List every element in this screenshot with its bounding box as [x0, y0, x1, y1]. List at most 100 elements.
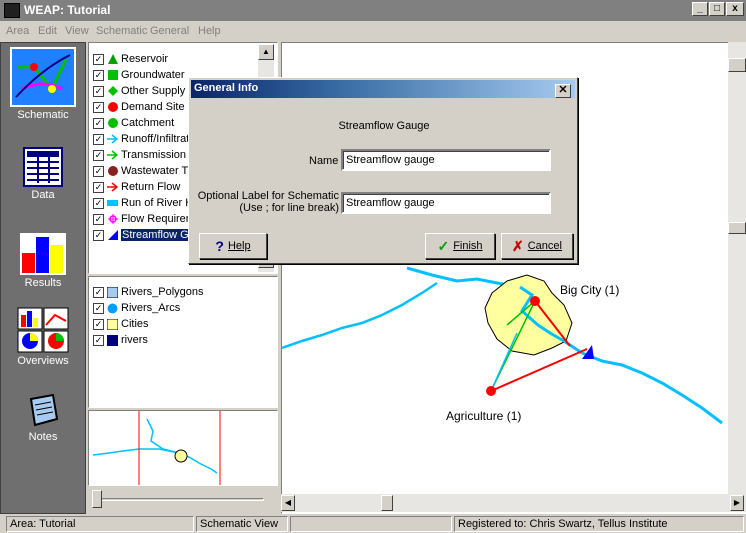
notes-view-button[interactable]: Notes	[5, 393, 81, 443]
checkbox[interactable]: ✓	[93, 318, 104, 330]
checkbox[interactable]: ✓	[93, 101, 104, 113]
city-swatch-icon	[107, 318, 118, 330]
layer-item-cities[interactable]: ✓ Cities	[93, 317, 149, 331]
name-label: Name	[309, 155, 339, 167]
layer-item-rivers[interactable]: ✓ rivers	[93, 333, 148, 347]
legend-item-streamflow-gauge[interactable]: ✓ Streamflow Ga	[93, 228, 196, 242]
checkbox[interactable]: ✓	[93, 181, 104, 193]
optional-label-input[interactable]	[341, 192, 551, 214]
legend-item-transmission[interactable]: ✓ Transmission L	[93, 148, 195, 162]
arrow-icon	[107, 150, 118, 161]
menu-help[interactable]: Help	[198, 25, 221, 37]
map-horizontal-scrollbar[interactable]: ◀ ▶	[281, 494, 746, 512]
schematic-view-button[interactable]: Schematic	[5, 47, 81, 121]
maximize-button[interactable]: □	[709, 2, 725, 16]
layer-legend: ✓ Rivers_Polygons ✓ Rivers_Arcs ✓ Cities ✓ r…	[88, 276, 278, 408]
checkbox[interactable]: ✓	[93, 165, 104, 177]
data-view-button[interactable]: Data	[5, 147, 81, 201]
scroll-left-arrow[interactable]: ◀	[281, 495, 295, 511]
checkbox[interactable]: ✓	[93, 149, 104, 161]
agriculture-label: Agriculture (1)	[446, 409, 522, 423]
legend-item-flow-requirement[interactable]: ✓ Flow Requirem	[93, 212, 195, 226]
gauge-icon	[107, 230, 118, 241]
menu-schematic[interactable]: Schematic	[96, 25, 147, 37]
rivers-swatch-icon	[107, 334, 118, 346]
checkbox[interactable]: ✓	[93, 302, 104, 314]
menu-view[interactable]: View	[65, 25, 89, 37]
cancel-button[interactable]: ✗ Cancel	[501, 233, 573, 259]
legend-item-groundwater[interactable]: ✓ Groundwater	[93, 68, 185, 82]
demand-site-big-city	[530, 296, 540, 306]
cancel-x-icon: ✗	[512, 237, 524, 254]
checkbox[interactable]: ✓	[93, 229, 104, 241]
scroll-up-arrow[interactable]: ▲	[258, 44, 274, 60]
menu-area[interactable]: Area	[6, 25, 29, 37]
layer-item-rivers-arcs[interactable]: ✓ Rivers_Arcs	[93, 301, 180, 315]
slider-thumb[interactable]	[92, 490, 102, 508]
checkbox[interactable]: ✓	[93, 334, 104, 346]
checkbox[interactable]: ✓	[93, 117, 104, 129]
overviews-label: Overviews	[17, 355, 69, 367]
legend-item-wastewater[interactable]: ✓ Wastewater T	[93, 164, 188, 178]
title-bar: WEAP: Tutorial _ □ x	[0, 0, 746, 21]
checkbox[interactable]: ✓	[93, 69, 104, 81]
legend-item-reservoir[interactable]: ✓ Reservoir	[93, 52, 168, 66]
finish-button[interactable]: ✓ Finish	[425, 233, 495, 259]
view-bar: Schematic Data Results Overviews Notes	[0, 42, 86, 514]
checkmark-icon: ✓	[437, 237, 450, 254]
scroll-thumb[interactable]	[381, 495, 393, 511]
menu-edit[interactable]: Edit	[38, 25, 57, 37]
checkbox[interactable]: ✓	[93, 197, 104, 209]
status-area: Area: Tutorial	[6, 516, 194, 532]
general-info-dialog: General Info ✕ Streamflow Gauge Name Opt…	[188, 77, 578, 264]
river-west	[281, 281, 438, 350]
app-icon	[4, 3, 20, 18]
brown-circle-icon	[107, 166, 118, 177]
legend-item-demand-site[interactable]: ✓ Demand Site	[93, 100, 185, 114]
legend-item-runoff[interactable]: ✓ Runoff/Infiltrat	[93, 132, 189, 146]
dialog-title: General Info	[194, 82, 259, 94]
demand-site-agriculture	[486, 386, 496, 396]
name-input[interactable]	[341, 149, 551, 171]
streamflow-gauge-marker	[582, 345, 594, 359]
triangle-icon	[107, 54, 118, 65]
minimize-button[interactable]: _	[692, 2, 708, 16]
menu-bar: Area Edit View Schematic General Help	[0, 21, 746, 40]
status-empty	[290, 516, 452, 532]
menu-general[interactable]: General	[150, 25, 189, 37]
overview-map[interactable]	[88, 410, 278, 486]
slider-track	[96, 498, 264, 501]
status-bar: Area: Tutorial Schematic View Registered…	[0, 515, 746, 533]
scroll-thumb[interactable]	[728, 58, 746, 72]
river-east	[581, 351, 723, 425]
layer-item-rivers-polygons[interactable]: ✓ Rivers_Polygons	[93, 285, 204, 299]
checkbox[interactable]: ✓	[93, 53, 104, 65]
schematic-label: Schematic	[17, 109, 69, 121]
dialog-close-button[interactable]: ✕	[555, 84, 571, 98]
map-vertical-scrollbar[interactable]	[728, 42, 746, 494]
square-icon	[107, 70, 118, 81]
diamond-icon	[107, 86, 118, 97]
arc-swatch-icon	[107, 303, 118, 314]
zoom-slider[interactable]	[88, 488, 278, 512]
notes-icon	[25, 393, 61, 429]
status-view: Schematic View	[196, 516, 288, 532]
scroll-thumb[interactable]	[728, 222, 746, 234]
checkbox[interactable]: ✓	[93, 213, 104, 225]
legend-item-other-supply[interactable]: ✓ Other Supply	[93, 84, 185, 98]
legend-item-catchment[interactable]: ✓ Catchment	[93, 116, 174, 130]
help-button[interactable]: ? Help	[199, 233, 267, 259]
checkbox[interactable]: ✓	[93, 286, 104, 298]
legend-item-return-flow[interactable]: ✓ Return Flow	[93, 180, 180, 194]
results-view-button[interactable]: Results	[5, 233, 81, 289]
dialog-title-bar: General Info ✕	[191, 80, 575, 98]
overviews-view-button[interactable]: Overviews	[5, 307, 81, 367]
checkbox[interactable]: ✓	[93, 133, 104, 145]
data-icon	[23, 147, 63, 187]
checkbox[interactable]: ✓	[93, 85, 104, 97]
legend-item-run-of-river[interactable]: ✓ Run of River H	[93, 196, 193, 210]
close-button[interactable]: x	[726, 2, 744, 16]
arrow-icon	[107, 182, 118, 193]
scroll-right-arrow[interactable]: ▶	[730, 495, 744, 511]
return-flow	[490, 348, 588, 392]
